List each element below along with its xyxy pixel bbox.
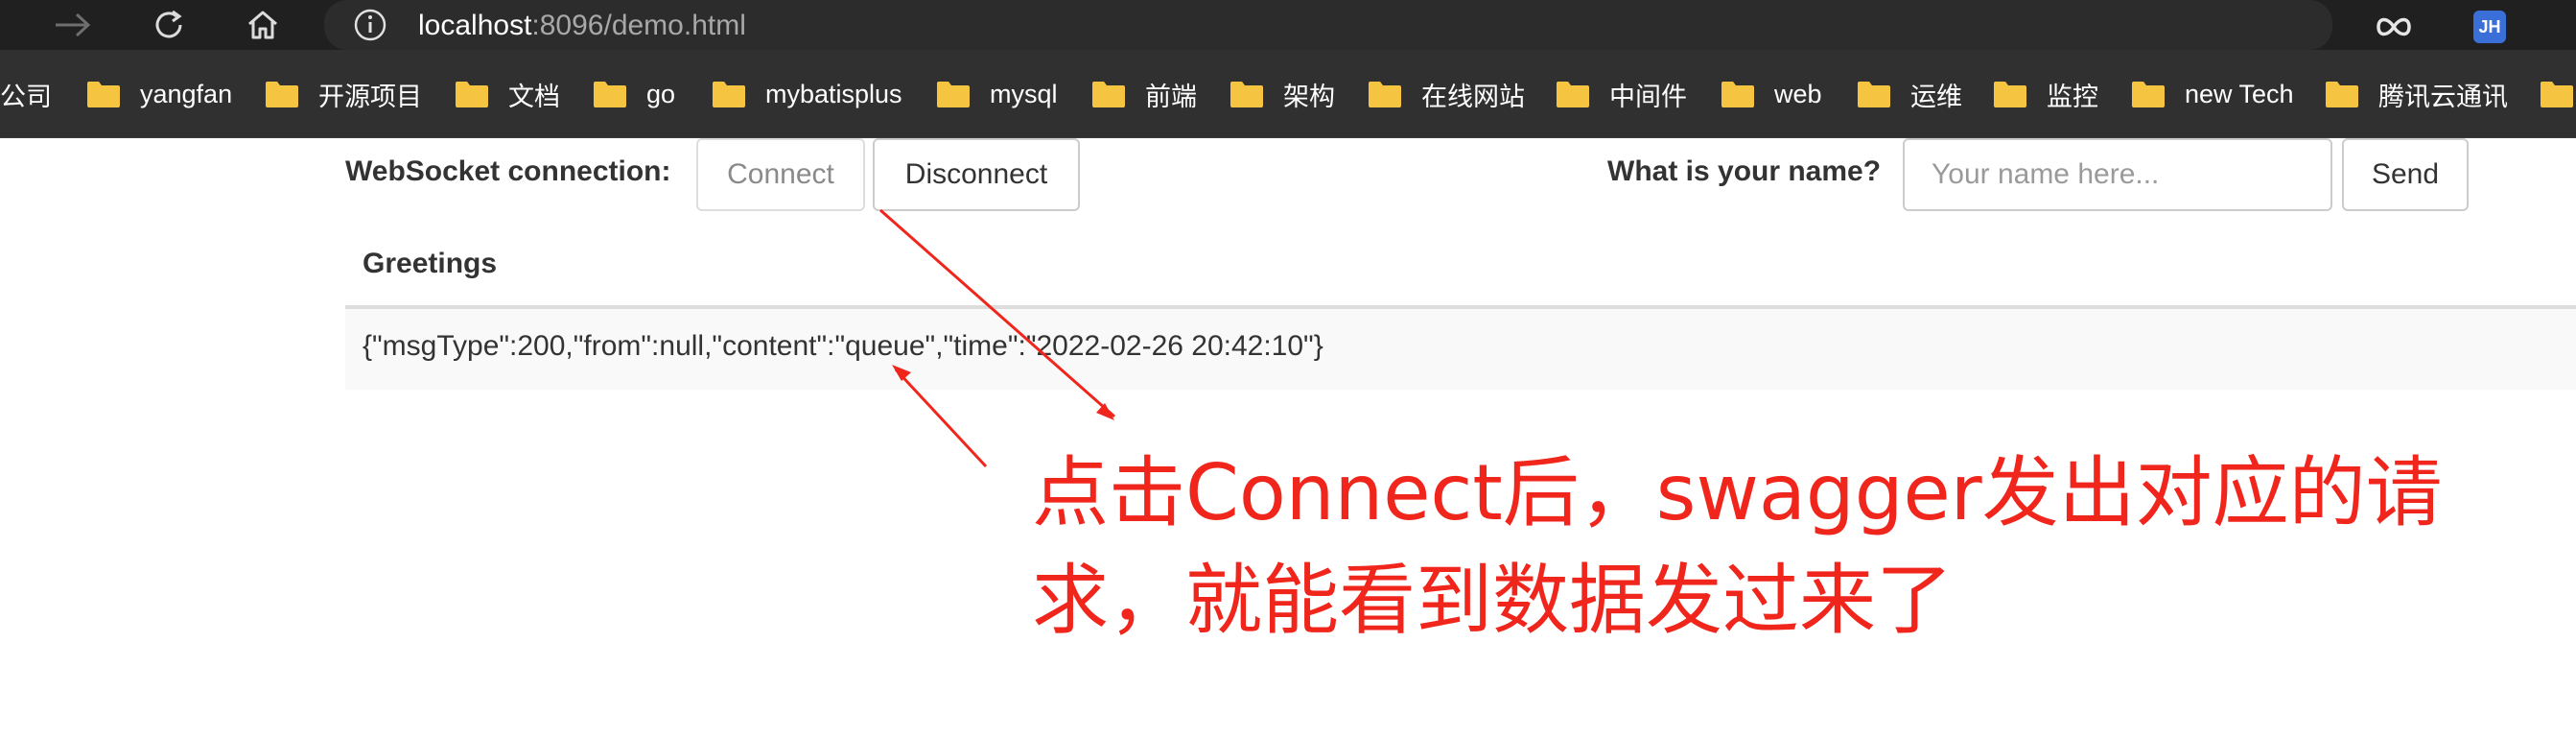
- bookmark-label: 文档: [508, 82, 560, 111]
- folder-icon: [713, 82, 745, 107]
- bookmark-label: 公司: [0, 82, 52, 111]
- forward-arrow-icon[interactable]: [52, 4, 94, 46]
- folder-icon: [2326, 82, 2358, 107]
- folder-icon: [1092, 82, 1125, 107]
- profile-avatar[interactable]: JH: [2469, 6, 2511, 48]
- bookmark-label: yangfan: [140, 79, 233, 108]
- browser-window: localhost:8096/demo.html JH 公司 yangfan 开…: [0, 0, 2576, 738]
- bookmark-label: 架构: [1283, 82, 1335, 111]
- browser-toolbar: localhost:8096/demo.html JH: [0, 0, 2576, 50]
- folder-icon: [1858, 82, 1890, 107]
- bookmark-label: mybatisplus: [765, 79, 902, 108]
- bookmark-label: 监控: [2047, 82, 2098, 111]
- bookmark-folder[interactable]: 运维: [1857, 73, 1962, 115]
- bookmark-label: 在线网站: [1421, 82, 1525, 111]
- bookmark-item[interactable]: 公司: [0, 73, 52, 115]
- bookmark-folder[interactable]: go: [593, 73, 675, 115]
- folder-icon: [937, 82, 970, 107]
- bookmark-folder[interactable]: yangfan: [86, 73, 232, 115]
- annotation-text: 点击Connect后，swagger发出对应的请求，就能看到数据发过来了: [1032, 448, 2443, 645]
- folder-icon: [1557, 82, 1589, 107]
- url-path: :8096/demo.html: [531, 10, 746, 41]
- bookmark-folder[interactable]: 架构: [1229, 73, 1335, 115]
- refresh-icon[interactable]: [148, 4, 190, 46]
- bookmark-label: 运维: [1910, 82, 1962, 111]
- bookmark-label: 中间件: [1609, 82, 1687, 111]
- folder-icon: [594, 82, 626, 107]
- arrow-to-content: [892, 365, 988, 468]
- bookmark-folder[interactable]: new Tech: [2131, 73, 2294, 115]
- folder-icon: [2541, 82, 2573, 107]
- bookmark-folder[interactable]: [2540, 73, 2576, 115]
- home-icon[interactable]: [242, 4, 284, 46]
- bookmark-folder[interactable]: mybatisplus: [712, 73, 902, 115]
- bookmark-folder[interactable]: web: [1721, 73, 1822, 115]
- folder-icon: [1369, 82, 1401, 107]
- page-content: WebSocket connection: Connect Disconnect…: [0, 138, 2576, 738]
- bookmark-label: mysql: [990, 79, 1058, 108]
- bookmark-folder[interactable]: 前端: [1091, 73, 1197, 115]
- bookmark-label: web: [1774, 79, 1822, 108]
- bookmark-folder[interactable]: 中间件: [1556, 73, 1687, 115]
- bookmark-folder[interactable]: 文档: [455, 73, 560, 115]
- bookmark-folder[interactable]: mysql: [936, 73, 1058, 115]
- bookmark-folder[interactable]: 腾讯云通讯: [2325, 73, 2508, 115]
- folder-icon: [87, 82, 120, 107]
- info-icon[interactable]: [351, 6, 389, 44]
- bookmark-folder[interactable]: 在线网站: [1368, 73, 1525, 115]
- arrow-to-row: [879, 208, 1115, 420]
- folder-icon: [2132, 82, 2165, 107]
- profile-initials: JH: [2473, 11, 2506, 43]
- url-host: localhost: [418, 10, 532, 41]
- folder-icon: [456, 82, 488, 107]
- bookmark-label: 腾讯云通讯: [2378, 82, 2508, 111]
- url-text[interactable]: localhost:8096/demo.html: [418, 10, 746, 42]
- bookmark-label: 前端: [1145, 82, 1197, 111]
- folder-icon: [266, 82, 298, 107]
- bookmark-label: 开源项目: [318, 82, 422, 111]
- address-bar[interactable]: localhost:8096/demo.html: [324, 0, 2332, 50]
- bookmark-folder[interactable]: 监控: [1993, 73, 2098, 115]
- folder-icon: [1230, 82, 1263, 107]
- extension-infinity-icon[interactable]: [2373, 6, 2415, 48]
- folder-icon: [1721, 82, 1754, 107]
- bookmark-label: new Tech: [2185, 79, 2294, 108]
- bookmarks-bar: 公司 yangfan 开源项目 文档 go mybatisplus mysql: [0, 50, 2576, 138]
- folder-icon: [1994, 82, 2026, 107]
- bookmark-label: go: [646, 79, 676, 108]
- bookmark-folder[interactable]: 开源项目: [265, 73, 422, 115]
